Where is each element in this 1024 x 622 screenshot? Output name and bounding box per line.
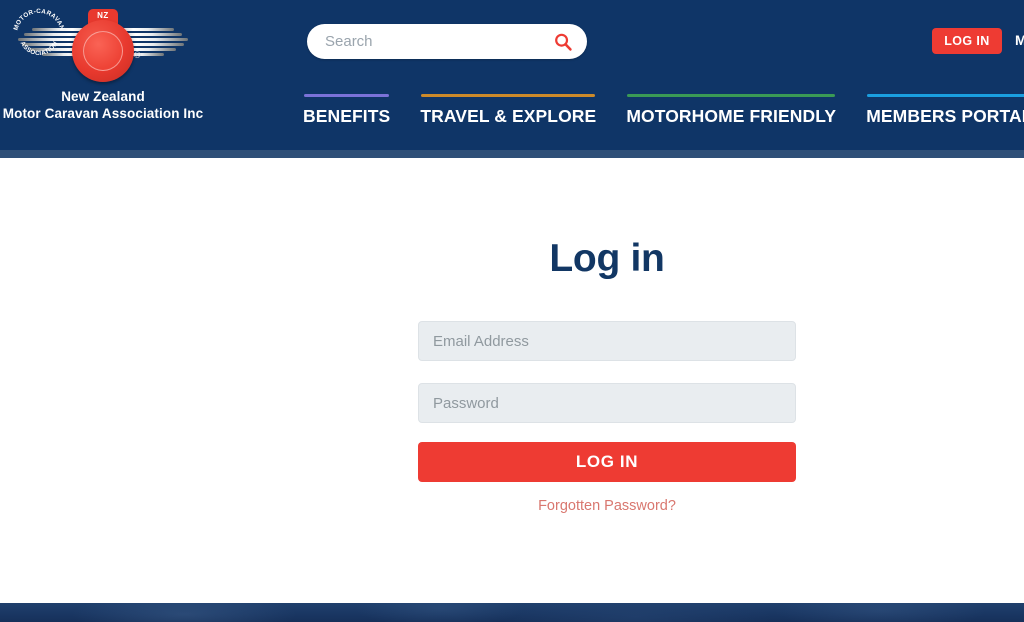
header-secondary-link[interactable]: M — [1015, 32, 1024, 48]
header-login-button[interactable]: LOG IN — [932, 28, 1002, 54]
search-box — [307, 24, 587, 59]
forgotten-password-link[interactable]: Forgotten Password? — [418, 498, 796, 514]
nzmca-emblem: NZ MOTOR-CARAVAN ASSOCIATION ® — [8, 4, 198, 86]
email-input[interactable] — [418, 321, 796, 361]
password-input[interactable] — [418, 383, 796, 423]
logo-wordmark: New Zealand Motor Caravan Association In… — [0, 88, 206, 123]
logo-badge-arc-text: MOTOR-CARAVAN ASSOCIATION — [8, 4, 70, 66]
logo-line-1: New Zealand — [61, 89, 145, 104]
svg-text:ASSOCIATION: ASSOCIATION — [19, 40, 60, 57]
site-footer — [0, 603, 1024, 622]
nav-item-benefits[interactable]: BENEFITS — [303, 94, 390, 127]
nav-label-benefits: BENEFITS — [303, 106, 391, 126]
login-submit-button[interactable]: LOG IN — [418, 442, 796, 482]
main-content: Log in LOG IN Forgotten Password? — [0, 158, 1024, 603]
logo-badge-circle — [72, 20, 134, 82]
search-bar — [307, 24, 587, 59]
nav-rule-travel-explore — [421, 94, 596, 97]
search-icon[interactable] — [553, 32, 573, 52]
nav-item-members-portal[interactable]: MEMBERS PORTAL — [866, 94, 1024, 127]
nav-rule-benefits — [304, 94, 390, 97]
nav-label-travel-explore: TRAVEL & EXPLORE — [420, 106, 597, 126]
page-title: Log in — [549, 237, 665, 280]
login-form: Log in LOG IN Forgotten Password? — [418, 158, 796, 514]
svg-text:MOTOR-CARAVAN: MOTOR-CARAVAN — [13, 8, 66, 31]
nav-item-travel-explore[interactable]: TRAVEL & EXPLORE — [420, 94, 596, 127]
main-navigation: BENEFITS TRAVEL & EXPLORE MOTORHOME FRIE… — [303, 94, 1024, 140]
logo-badge-inner — [83, 31, 123, 71]
logo-line-2: Motor Caravan Association Inc — [2, 106, 204, 122]
search-input[interactable] — [325, 24, 550, 59]
header-bottom-band — [0, 150, 1024, 158]
registered-trademark-mark: ® — [134, 50, 141, 60]
site-logo[interactable]: NZ MOTOR-CARAVAN ASSOCIATION ® New Zeala… — [0, 4, 206, 123]
nav-label-members-portal: MEMBERS PORTAL — [866, 106, 1024, 126]
nav-label-motorhome-friendly: MOTORHOME FRIENDLY — [626, 106, 837, 126]
site-header: NZ MOTOR-CARAVAN ASSOCIATION ® New Zeala… — [0, 0, 1024, 150]
nav-item-motorhome-friendly[interactable]: MOTORHOME FRIENDLY — [626, 94, 836, 127]
nav-rule-members-portal — [867, 94, 1024, 97]
nav-rule-motorhome-friendly — [627, 94, 836, 97]
